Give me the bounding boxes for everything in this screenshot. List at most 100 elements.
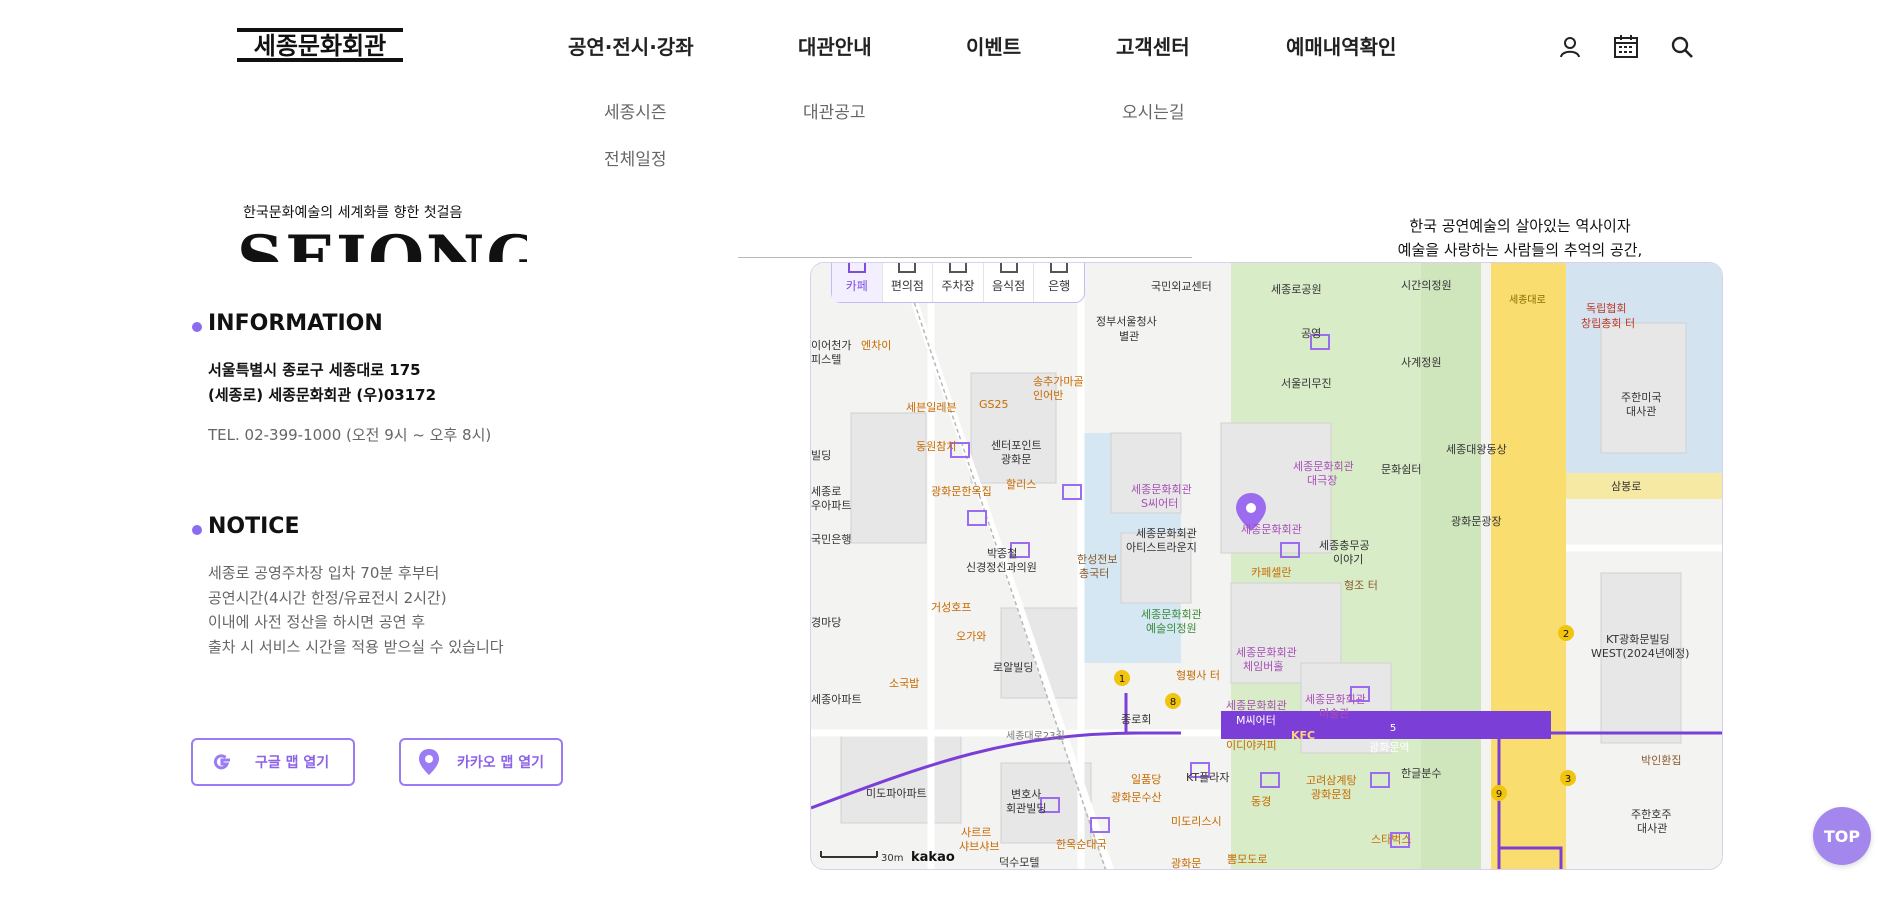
svg-text:주한호주: 주한호주 xyxy=(1631,808,1671,821)
sub-rental-notice[interactable]: 대관공고 xyxy=(803,98,866,123)
svg-text:공영: 공영 xyxy=(1301,327,1321,340)
sub-full-schedule[interactable]: 전체일정 xyxy=(604,145,667,170)
category-bank[interactable]: 은행 xyxy=(1034,263,1084,302)
svg-text:변호사: 변호사 xyxy=(1011,788,1041,801)
svg-text:광화문점: 광화문점 xyxy=(1311,788,1351,801)
svg-text:세종문화회관: 세종문화회관 xyxy=(1293,460,1354,473)
svg-text:신경정신과의원: 신경정신과의원 xyxy=(966,561,1037,574)
svg-text:광화문: 광화문 xyxy=(1171,857,1201,870)
svg-text:5: 5 xyxy=(1390,723,1396,734)
notice-line-3: 이내에 사전 정산을 하시면 공연 후 xyxy=(208,613,426,631)
svg-text:별관: 별관 xyxy=(1119,330,1139,343)
svg-text:사르르: 사르르 xyxy=(961,826,991,839)
svg-text:대사관: 대사관 xyxy=(1637,822,1667,835)
sub-directions[interactable]: 오시는길 xyxy=(1122,98,1185,123)
notice-line-1: 세종로 공영주차장 입차 70분 후부터 xyxy=(208,564,440,582)
svg-text:KT플라자: KT플라자 xyxy=(1186,771,1229,784)
svg-text:세종문화회관: 세종문화회관 xyxy=(1305,693,1366,706)
svg-text:카페셀란: 카페셀란 xyxy=(1251,566,1291,579)
svg-text:9: 9 xyxy=(1496,789,1502,800)
svg-text:샤브샤브: 샤브샤브 xyxy=(959,840,999,853)
kakao-map-button[interactable]: 카카오 맵 열기 xyxy=(399,738,563,786)
svg-text:독립협회: 독립협회 xyxy=(1586,302,1626,315)
svg-text:광화문광장: 광화문광장 xyxy=(1451,515,1502,528)
svg-text:3: 3 xyxy=(1565,774,1571,785)
svg-text:한성전보: 한성전보 xyxy=(1077,553,1117,566)
svg-text:이야기: 이야기 xyxy=(1333,553,1363,566)
category-parking[interactable]: 주차장 xyxy=(933,263,984,302)
svg-text:대사관: 대사관 xyxy=(1626,405,1656,418)
svg-text:WEST(2024년예정): WEST(2024년예정) xyxy=(1591,647,1689,660)
svg-text:이어천가: 이어천가 xyxy=(811,338,851,352)
svg-text:미술관: 미술관 xyxy=(1319,707,1349,720)
svg-text:대극장: 대극장 xyxy=(1307,474,1337,487)
search-icon[interactable] xyxy=(1668,33,1696,61)
svg-text:한글분수: 한글분수 xyxy=(1401,767,1441,780)
svg-text:형평사 터: 형평사 터 xyxy=(1176,669,1220,682)
svg-text:사계정원: 사계정원 xyxy=(1401,356,1441,369)
svg-text:오가와: 오가와 xyxy=(956,630,986,643)
hero-title: SEJONG xyxy=(237,222,527,262)
svg-text:거성호프: 거성호프 xyxy=(931,601,971,614)
svg-text:동원참치: 동원참치 xyxy=(916,440,956,453)
site-logo[interactable]: 세종문화회관 xyxy=(237,28,403,62)
svg-text:예술의정원: 예술의정원 xyxy=(1146,622,1197,635)
svg-text:시간의정원: 시간의정원 xyxy=(1401,279,1452,292)
svg-text:세종문화회관: 세종문화회관 xyxy=(1241,523,1302,536)
tagline-line-1: 한국 공연예술의 살아있는 역사이자 xyxy=(1409,217,1631,235)
category-cafe[interactable]: 카페 xyxy=(832,263,883,302)
svg-text:박종철: 박종철 xyxy=(987,547,1017,560)
calendar-icon[interactable] xyxy=(1612,33,1640,61)
google-map-button[interactable]: 구글 맵 열기 xyxy=(191,738,355,786)
svg-text:kakao: kakao xyxy=(911,850,955,865)
category-restaurant[interactable]: 음식점 xyxy=(984,263,1035,302)
svg-text:세종문화회관: 세종문화회관 xyxy=(1141,608,1202,621)
category-convenience-store[interactable]: 편의점 xyxy=(883,263,934,302)
svg-text:미도파아파트: 미도파아파트 xyxy=(866,787,927,800)
svg-text:이디야커피: 이디야커피 xyxy=(1226,739,1277,752)
information-title: INFORMATION xyxy=(208,311,383,336)
svg-text:형조 터: 형조 터 xyxy=(1344,579,1378,592)
svg-text:세븐일레븐: 세븐일레븐 xyxy=(906,400,957,414)
svg-text:광화문수산: 광화문수산 xyxy=(1111,791,1162,804)
hero-kicker: 한국문화예술의 세계화를 향한 첫걸음 xyxy=(243,205,463,221)
location-map[interactable]: 1 8 5 2 3 9 국민외교센터 세종로공원 시간의정원 독립협회 창립총회… xyxy=(810,262,1723,870)
nav-rental[interactable]: 대관안내 xyxy=(798,31,872,60)
svg-text:문화쉼터: 문화쉼터 xyxy=(1381,463,1421,476)
sub-sejong-season[interactable]: 세종시즌 xyxy=(604,98,667,123)
address-line-2: (세종로) 세종문화회관 (우)03172 xyxy=(208,386,437,404)
svg-text:8: 8 xyxy=(1170,697,1176,708)
tel-text: TEL. 02-399-1000 (오전 9시 ~ 오후 8시) xyxy=(208,426,492,444)
nav-booking-check[interactable]: 예매내역확인 xyxy=(1286,31,1396,60)
svg-text:광화문역: 광화문역 xyxy=(1369,741,1409,754)
svg-text:송추가마골: 송추가마골 xyxy=(1033,375,1084,388)
scroll-top-button[interactable]: TOP xyxy=(1813,807,1871,865)
svg-text:미도리스시: 미도리스시 xyxy=(1171,815,1222,828)
user-icon[interactable] xyxy=(1556,33,1584,61)
nav-event[interactable]: 이벤트 xyxy=(966,31,1021,60)
svg-text:창립총회 터: 창립총회 터 xyxy=(1581,317,1635,330)
svg-text:피스텔: 피스텔 xyxy=(811,353,841,366)
nav-performance[interactable]: 공연·전시·강좌 xyxy=(568,31,694,60)
bank-icon xyxy=(1050,263,1069,273)
map-category-bar: 카페 편의점 주차장 음식점 은행 xyxy=(831,263,1085,303)
svg-text:세종대로: 세종대로 xyxy=(1509,294,1546,306)
svg-text:삼봉로: 삼봉로 xyxy=(1611,480,1641,493)
svg-text:체임버홀: 체임버홀 xyxy=(1243,660,1283,673)
svg-text:스타벅스: 스타벅스 xyxy=(1371,833,1411,846)
svg-text:세종대왕동상: 세종대왕동상 xyxy=(1446,443,1507,456)
nav-customer-center[interactable]: 고객센터 xyxy=(1116,31,1190,60)
svg-text:세종로: 세종로 xyxy=(811,485,841,498)
svg-text:센터포인트: 센터포인트 xyxy=(991,439,1042,452)
address-line-1: 서울특별시 종로구 세종대로 175 xyxy=(208,361,421,379)
svg-text:세종아파트: 세종아파트 xyxy=(811,693,862,706)
svg-text:우아파트: 우아파트 xyxy=(811,499,851,512)
information-bullet xyxy=(192,322,202,332)
cafe-icon xyxy=(847,263,866,273)
svg-text:엔차이: 엔차이 xyxy=(861,339,891,352)
svg-text:2: 2 xyxy=(1563,629,1569,640)
svg-text:1: 1 xyxy=(1119,674,1125,685)
svg-text:로알빌딩: 로알빌딩 xyxy=(993,660,1033,674)
svg-text:한옥순대국: 한옥순대국 xyxy=(1056,838,1107,851)
restaurant-icon xyxy=(999,263,1018,273)
